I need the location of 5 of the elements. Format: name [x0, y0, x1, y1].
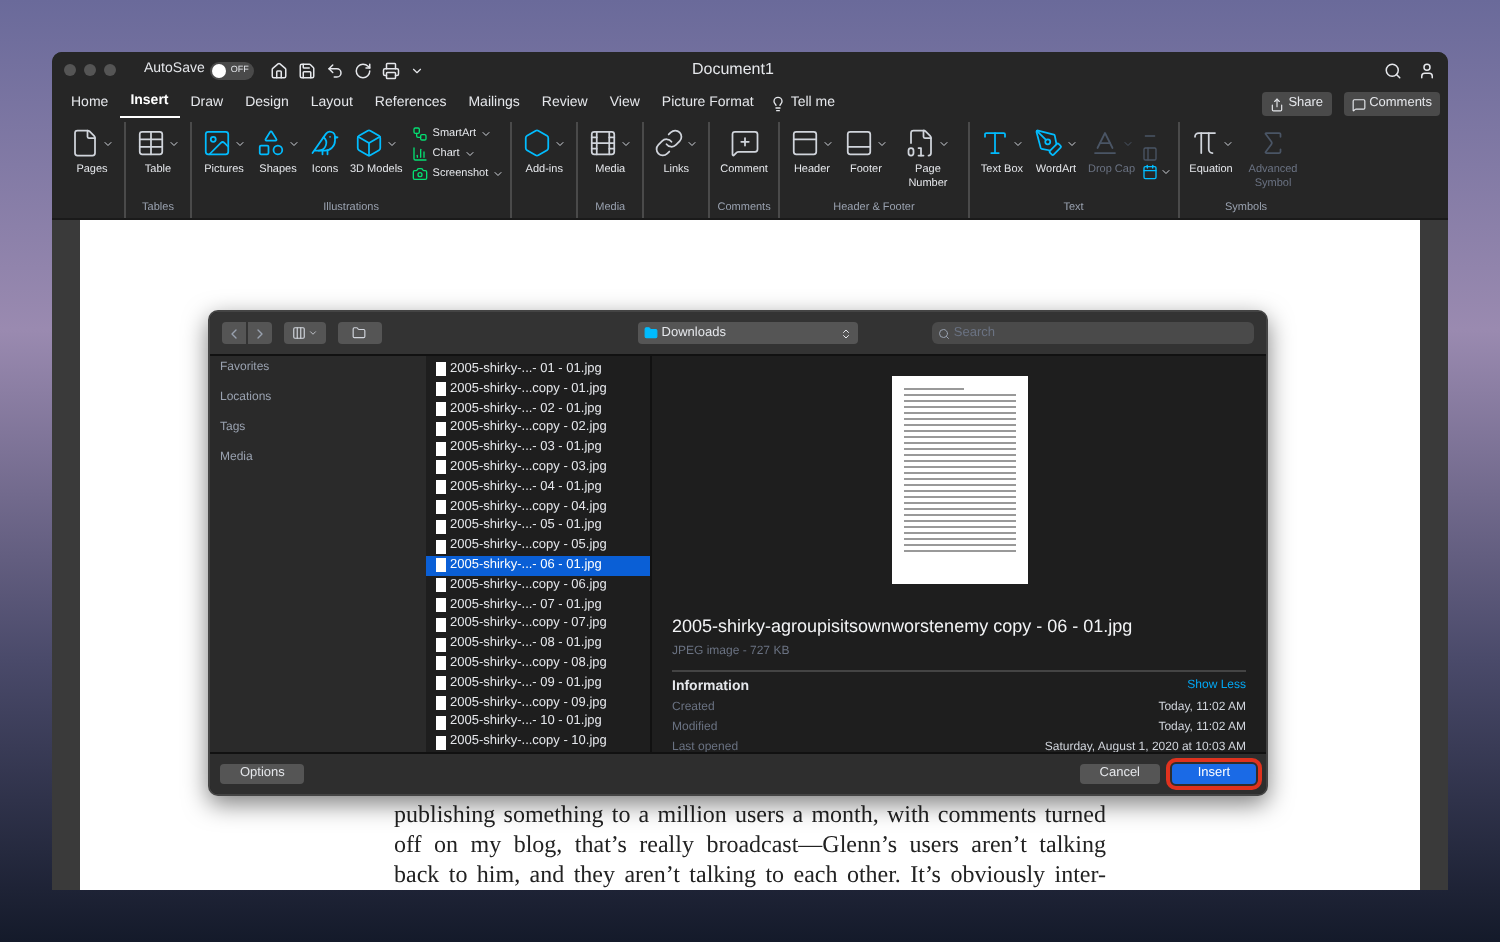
body-text-line: back to him, and they aren’t talking to each other. It’s obviously inter- [394, 860, 1106, 890]
file-name: 2005-shirky-agroupisitsownworstenemy copy - 06 - 01.jpg [672, 614, 1135, 640]
window-title: Document1 [692, 58, 774, 82]
body-text-line: publishing something to a million users a month, with comments turned [394, 800, 1106, 830]
body-text-line: off on my blog, that’s really broadcast—Glenn’s users aren’t talking [394, 830, 1106, 860]
